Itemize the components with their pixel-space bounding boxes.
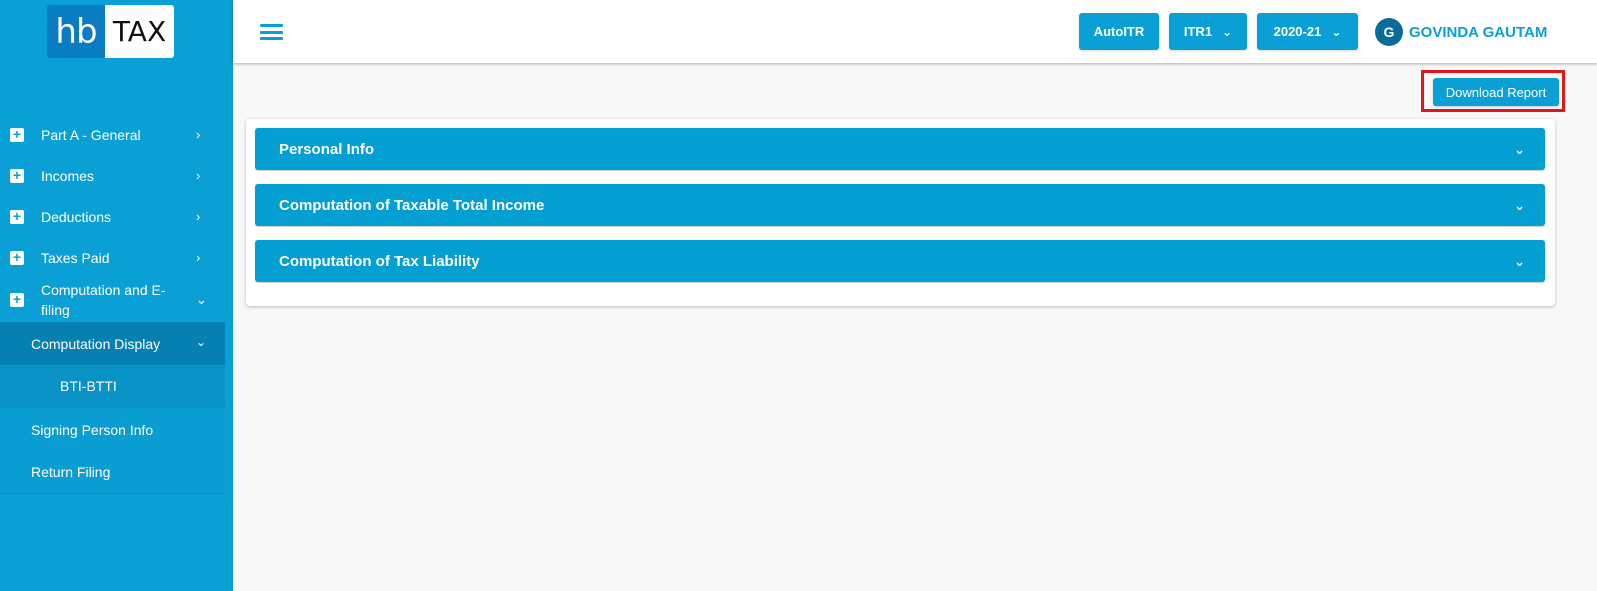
accordion-label: Computation of Tax Liability xyxy=(279,252,480,270)
sidebar-item-label: Deductions xyxy=(41,208,112,225)
sidebar-item-label: Signing Person Info xyxy=(31,421,154,438)
accordion-tax-liability[interactable]: Computation of Tax Liability ⌄ xyxy=(255,240,1545,282)
sidebar-nav: + Part A - General › + Incomes › + Deduc… xyxy=(0,114,225,494)
logo-tax: TAX xyxy=(105,5,174,58)
accordion-taxable-total-income[interactable]: Computation of Taxable Total Income ⌄ xyxy=(255,184,1545,226)
sidebar-item-label: Computation and E-filing xyxy=(41,282,166,318)
chevron-down-icon: ⌄ xyxy=(1222,24,1233,39)
chevron-right-icon: › xyxy=(196,167,201,183)
download-report-button[interactable]: Download Report xyxy=(1433,78,1559,106)
avatar: G xyxy=(1375,18,1403,46)
plus-box-icon: + xyxy=(10,292,24,307)
chevron-right-icon: › xyxy=(196,208,201,224)
sidebar-item-label: Incomes xyxy=(41,167,94,184)
download-report-highlight: Download Report xyxy=(1421,70,1565,112)
sidebar-item-label: Return Filing xyxy=(31,464,111,480)
chevron-down-icon: ⌄ xyxy=(1514,254,1525,269)
top-bar: AutoITR ITR1 ⌄ 2020-21 ⌄ G GOVINDA GAUTA… xyxy=(233,0,1597,63)
plus-box-icon: + xyxy=(10,209,24,224)
chevron-down-icon: ⌄ xyxy=(1331,24,1342,39)
chevron-down-icon: ⌄ xyxy=(1514,198,1525,213)
sidebar: hb TAX + Part A - General › + Incomes › … xyxy=(0,0,233,591)
hamburger-icon[interactable] xyxy=(260,24,283,40)
sidebar-item-label: BTI-BTTI xyxy=(60,378,117,394)
assessment-year-label: 2020-21 xyxy=(1273,24,1322,39)
accordion-personal-info[interactable]: Personal Info ⌄ xyxy=(255,128,1545,170)
autoitr-button[interactable]: AutoITR xyxy=(1079,13,1159,50)
user-menu[interactable]: G GOVINDA GAUTAM xyxy=(1375,18,1547,46)
chevron-down-icon: ⌄ xyxy=(1514,142,1525,157)
chevron-right-icon: › xyxy=(196,249,201,265)
autoitr-label: AutoITR xyxy=(1093,24,1145,39)
logo-hb: hb xyxy=(47,5,105,58)
sidebar-item-return-filing[interactable]: Return Filing xyxy=(0,451,225,494)
sidebar-item-taxes-paid[interactable]: + Taxes Paid › xyxy=(0,237,225,278)
plus-box-icon: + xyxy=(10,168,24,183)
accordion-label: Computation of Taxable Total Income xyxy=(279,196,545,214)
chevron-down-icon: ⌄ xyxy=(196,334,207,349)
sidebar-item-incomes[interactable]: + Incomes › xyxy=(0,155,225,196)
sidebar-item-computation-efiling[interactable]: + Computation and E-filing ⌄ xyxy=(0,278,225,322)
sidebar-item-part-a-general[interactable]: + Part A - General › xyxy=(0,114,225,155)
sidebar-item-label: Taxes Paid xyxy=(41,249,110,266)
logo[interactable]: hb TAX xyxy=(47,5,174,58)
computation-card: Personal Info ⌄ Computation of Taxable T… xyxy=(246,119,1555,306)
itr-type-label: ITR1 xyxy=(1183,24,1213,39)
sidebar-item-deductions[interactable]: + Deductions › xyxy=(0,196,225,237)
sidebar-item-computation-display[interactable]: Computation Display ⌄ xyxy=(0,322,225,365)
plus-box-icon: + xyxy=(10,127,24,142)
assessment-year-dropdown[interactable]: 2020-21 ⌄ xyxy=(1257,13,1358,50)
chevron-right-icon: › xyxy=(196,126,201,142)
chevron-down-icon: ⌄ xyxy=(196,292,207,307)
plus-box-icon: + xyxy=(10,250,24,265)
sidebar-item-signing-person-info[interactable]: Signing Person Info xyxy=(0,408,225,451)
sidebar-item-label: Part A - General xyxy=(41,126,141,143)
sidebar-item-bti-btti[interactable]: BTI-BTTI xyxy=(0,365,225,408)
accordion-label: Personal Info xyxy=(279,140,375,158)
user-name: GOVINDA GAUTAM xyxy=(1409,23,1548,41)
itr-type-dropdown[interactable]: ITR1 ⌄ xyxy=(1169,13,1247,50)
sidebar-item-label: Computation Display xyxy=(31,335,161,352)
